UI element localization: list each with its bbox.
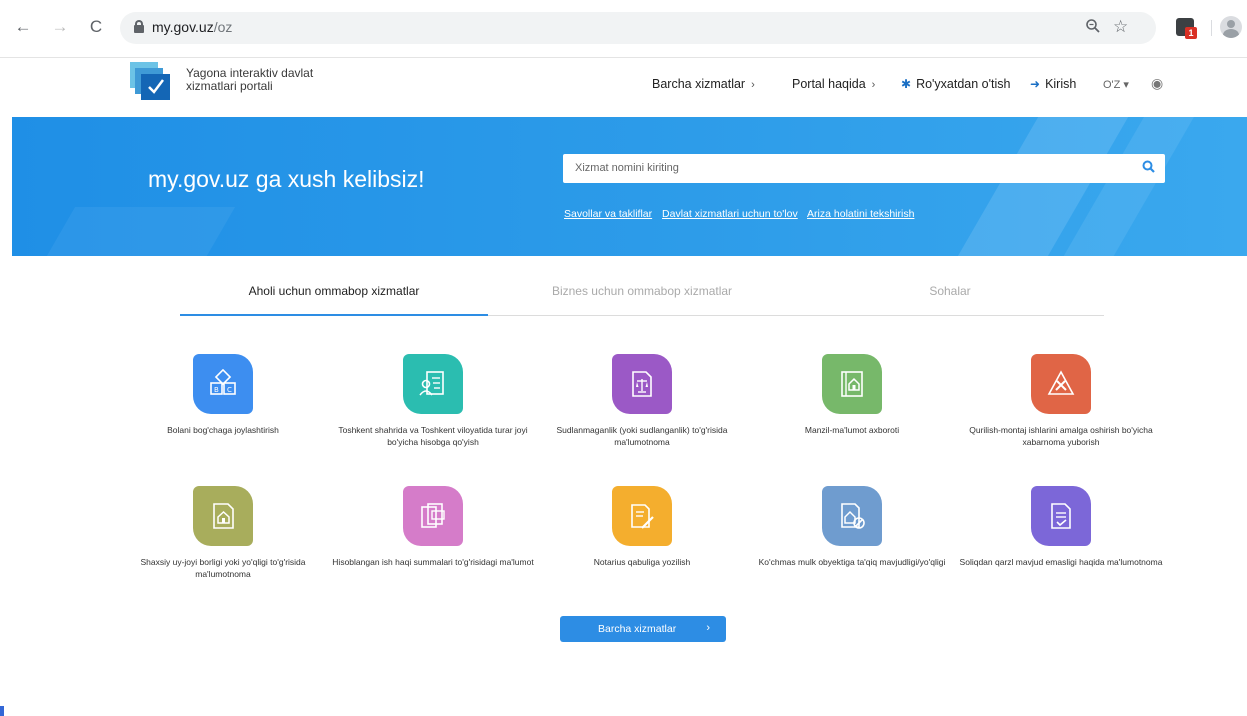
back-arrow-icon[interactable]: ← [13, 17, 33, 37]
lock-icon [134, 20, 144, 33]
construction-tools-icon [1031, 354, 1091, 414]
chevron-right-icon: › [706, 622, 710, 634]
nav-login[interactable]: ➜ Kirish [1030, 77, 1076, 91]
service-label: Qurilish-montaj ishlarini amalga oshiris… [969, 425, 1153, 447]
tab-sectors[interactable]: Sohalar [796, 279, 1104, 315]
search-placeholder: Xizmat nomini kiriting [575, 162, 679, 174]
tab-population[interactable]: Aholi uchun ommabop xizmatlar [180, 279, 488, 316]
address-book-icon [822, 354, 882, 414]
salary-documents-icon [403, 486, 463, 546]
reload-icon[interactable]: C [86, 17, 106, 37]
service-label: Hisoblangan ish haqi summalari to'g'risi… [332, 557, 534, 567]
profile-avatar-icon[interactable] [1220, 16, 1242, 38]
chevron-right-icon: › [871, 79, 876, 91]
toolbar-divider [1211, 20, 1212, 36]
bookmark-star-icon[interactable]: ☆ [1113, 17, 1128, 37]
window-edge-mark [0, 706, 4, 716]
browser-toolbar: ← → C my.gov.uz/oz ☆ 1 [0, 0, 1247, 58]
service-label: Shaxsiy uy-joyi borligi yoki yo'qligi to… [140, 557, 306, 579]
site-header: Yagona interaktiv davlat xizmatlari port… [0, 58, 1247, 117]
link-payment[interactable]: Davlat xizmatlari uchun to'lov [662, 208, 798, 220]
zoom-icon[interactable] [1085, 18, 1101, 38]
property-ban-icon [822, 486, 882, 546]
abc-blocks-icon: BC [193, 354, 253, 414]
service-label: Toshkent shahrida va Toshkent viloyatida… [338, 425, 528, 447]
tab-business[interactable]: Biznes uchun ommabop xizmatlar [488, 279, 796, 315]
service-label: Bolani bog'chaga joylashtirish [167, 425, 279, 435]
nav-about-portal[interactable]: Portal haqida › [792, 77, 875, 91]
svg-text:B: B [214, 386, 219, 394]
nav-all-services[interactable]: Barcha xizmatlar › [652, 77, 755, 91]
login-icon: ➜ [1030, 77, 1041, 91]
url-text[interactable]: my.gov.uz/oz [152, 19, 232, 35]
search-icon[interactable] [1141, 159, 1157, 175]
service-label: Manzil-ma'lumot axboroti [804, 425, 900, 435]
service-label: Sudlanmaganlik (yoki sudlanganlik) to'g'… [556, 425, 728, 447]
language-selector[interactable]: O'Z ▾ [1103, 78, 1129, 91]
tax-document-icon [1031, 486, 1091, 546]
justice-document-icon [612, 354, 672, 414]
service-search-input[interactable]: Xizmat nomini kiriting [563, 154, 1165, 183]
link-questions[interactable]: Savollar va takliflar [564, 208, 652, 220]
hero-title: my.gov.uz ga xush kelibsiz! [148, 166, 425, 192]
chevron-right-icon: › [751, 79, 755, 91]
all-services-button[interactable]: Barcha xizmatlar › [560, 616, 726, 642]
svg-text:C: C [227, 386, 232, 394]
house-document-icon [193, 486, 253, 546]
forward-arrow-icon[interactable]: → [50, 17, 70, 37]
portal-name[interactable]: Yagona interaktiv davlat xizmatlari port… [186, 67, 346, 93]
portal-logo-icon[interactable] [130, 62, 170, 100]
extension-badge: 1 [1185, 27, 1197, 39]
notary-pen-icon [612, 486, 672, 546]
eye-icon[interactable]: ◉ [1151, 75, 1163, 92]
gear-icon: ✱ [901, 77, 912, 91]
service-label: Soliqdan qarzl mavjud emasligi haqida ma… [959, 557, 1163, 567]
registration-card-icon [403, 354, 463, 414]
service-label: Notarius qabuliga yozilish [593, 557, 691, 567]
service-label: Ko'chmas mulk obyektiga ta'qiq mavjudlig… [758, 557, 946, 567]
address-bar[interactable]: my.gov.uz/oz ☆ [120, 12, 1156, 44]
service-tabs: Aholi uchun ommabop xizmatlar Biznes uch… [180, 279, 1104, 316]
hero-links: Savollar va takliflar Davlat xizmatlari … [564, 208, 921, 220]
link-application-status[interactable]: Ariza holatini tekshirish [807, 208, 914, 220]
nav-register[interactable]: ✱ Ro'yxatdan o'tish [901, 77, 1010, 91]
hero-banner: my.gov.uz ga xush kelibsiz! Xizmat nomin… [12, 117, 1247, 256]
